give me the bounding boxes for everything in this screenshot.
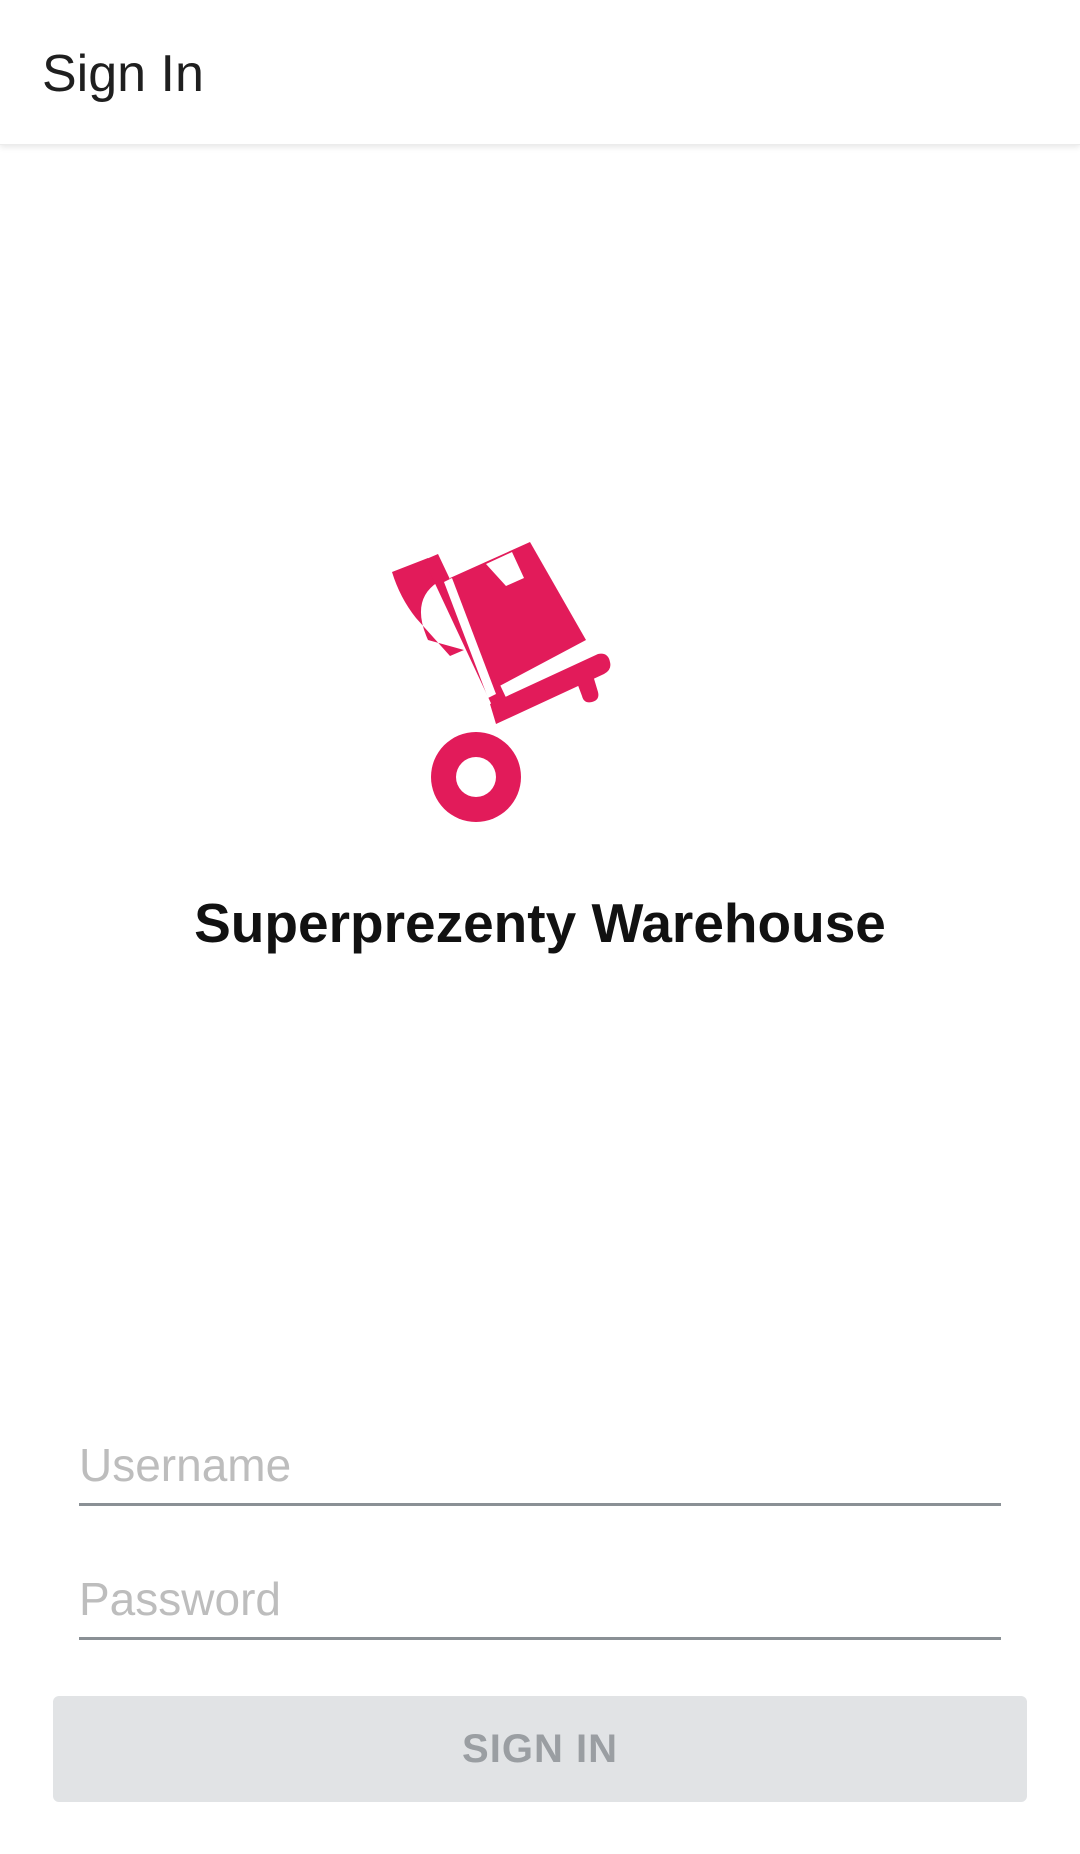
username-field[interactable] [79, 1426, 1001, 1506]
hand-truck-box-icon [392, 542, 611, 822]
password-field[interactable] [79, 1560, 1001, 1640]
app-name: Superprezenty Warehouse [194, 892, 886, 954]
sign-in-button[interactable]: SIGN IN [53, 1696, 1027, 1802]
page-title: Sign In [42, 45, 204, 103]
app-bar: Sign In [0, 0, 1080, 145]
